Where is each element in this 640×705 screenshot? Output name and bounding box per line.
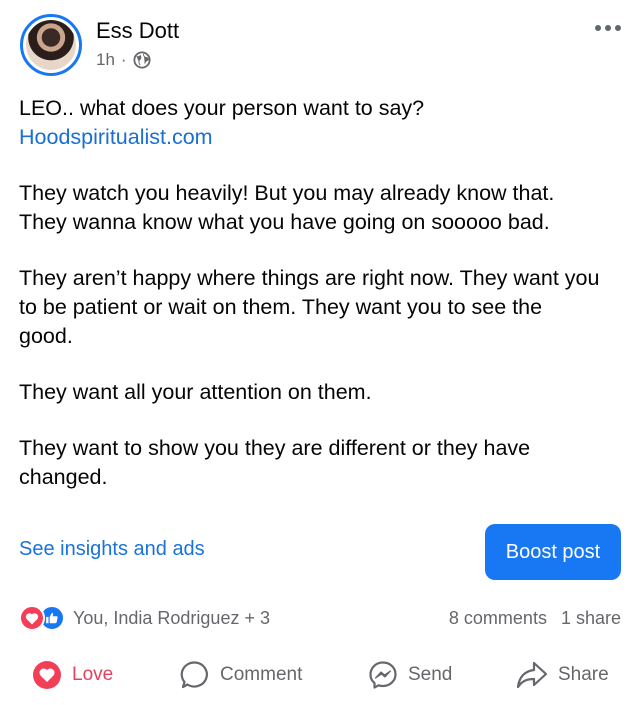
globe-icon[interactable]	[133, 51, 151, 69]
post-line: They want to show you they are different…	[19, 436, 531, 460]
post-line: good.	[19, 324, 73, 348]
love-button[interactable]: Love	[32, 660, 113, 690]
share-button[interactable]: Share	[516, 660, 609, 690]
love-label: Love	[72, 664, 114, 685]
share-icon	[516, 661, 548, 689]
more-dot	[605, 25, 611, 31]
engagement-counts: 8 comments 1 share	[449, 608, 621, 629]
post-header: Ess Dott 1h ·	[0, 0, 640, 90]
comment-button[interactable]: Comment	[180, 660, 302, 690]
comment-label: Comment	[220, 664, 303, 685]
reactions-summary: You, India Rodriguez + 3 8 comments 1 sh…	[19, 600, 621, 636]
see-insights-link[interactable]: See insights and ads	[19, 538, 205, 561]
messenger-icon	[369, 661, 397, 689]
post-text: LEO.. what does your person want to say?…	[19, 94, 629, 492]
send-button[interactable]: Send	[368, 660, 452, 690]
author-avatar[interactable]	[20, 14, 82, 76]
avatar-photo	[26, 20, 76, 70]
boost-post-button[interactable]: Boost post	[485, 524, 621, 580]
post-time[interactable]: 1h	[96, 50, 115, 70]
author-name[interactable]: Ess Dott	[96, 18, 179, 44]
send-label: Send	[408, 664, 453, 685]
post-line: They watch you heavily! But you may alre…	[19, 181, 555, 205]
post-link[interactable]: Hoodspiritualist.com	[19, 125, 213, 149]
post-line: They wanna know what you have going on s…	[19, 210, 550, 234]
love-icon	[33, 661, 61, 689]
post-line: changed.	[19, 465, 108, 489]
shares-count[interactable]: 1 share	[561, 608, 621, 629]
more-options-icon[interactable]	[590, 18, 626, 38]
love-reaction-icon	[19, 605, 45, 631]
post-meta: 1h ·	[96, 50, 151, 70]
more-dot	[615, 25, 621, 31]
share-label: Share	[558, 664, 609, 685]
meta-separator: ·	[120, 50, 127, 69]
post-line: They aren’t happy where things are right…	[19, 266, 600, 290]
more-dot	[595, 25, 601, 31]
post-line: LEO.. what does your person want to say?	[19, 96, 425, 120]
comment-icon	[180, 661, 208, 689]
post-line: to be patient or wait on them. They want…	[19, 295, 543, 319]
post-actions: Love Comment Send Share	[0, 650, 640, 705]
reactors-text[interactable]: You, India Rodriguez + 3	[73, 608, 270, 629]
comments-count[interactable]: 8 comments	[449, 608, 547, 629]
post-line: They want all your attention on them.	[19, 380, 372, 404]
reaction-icons[interactable]	[19, 605, 65, 631]
